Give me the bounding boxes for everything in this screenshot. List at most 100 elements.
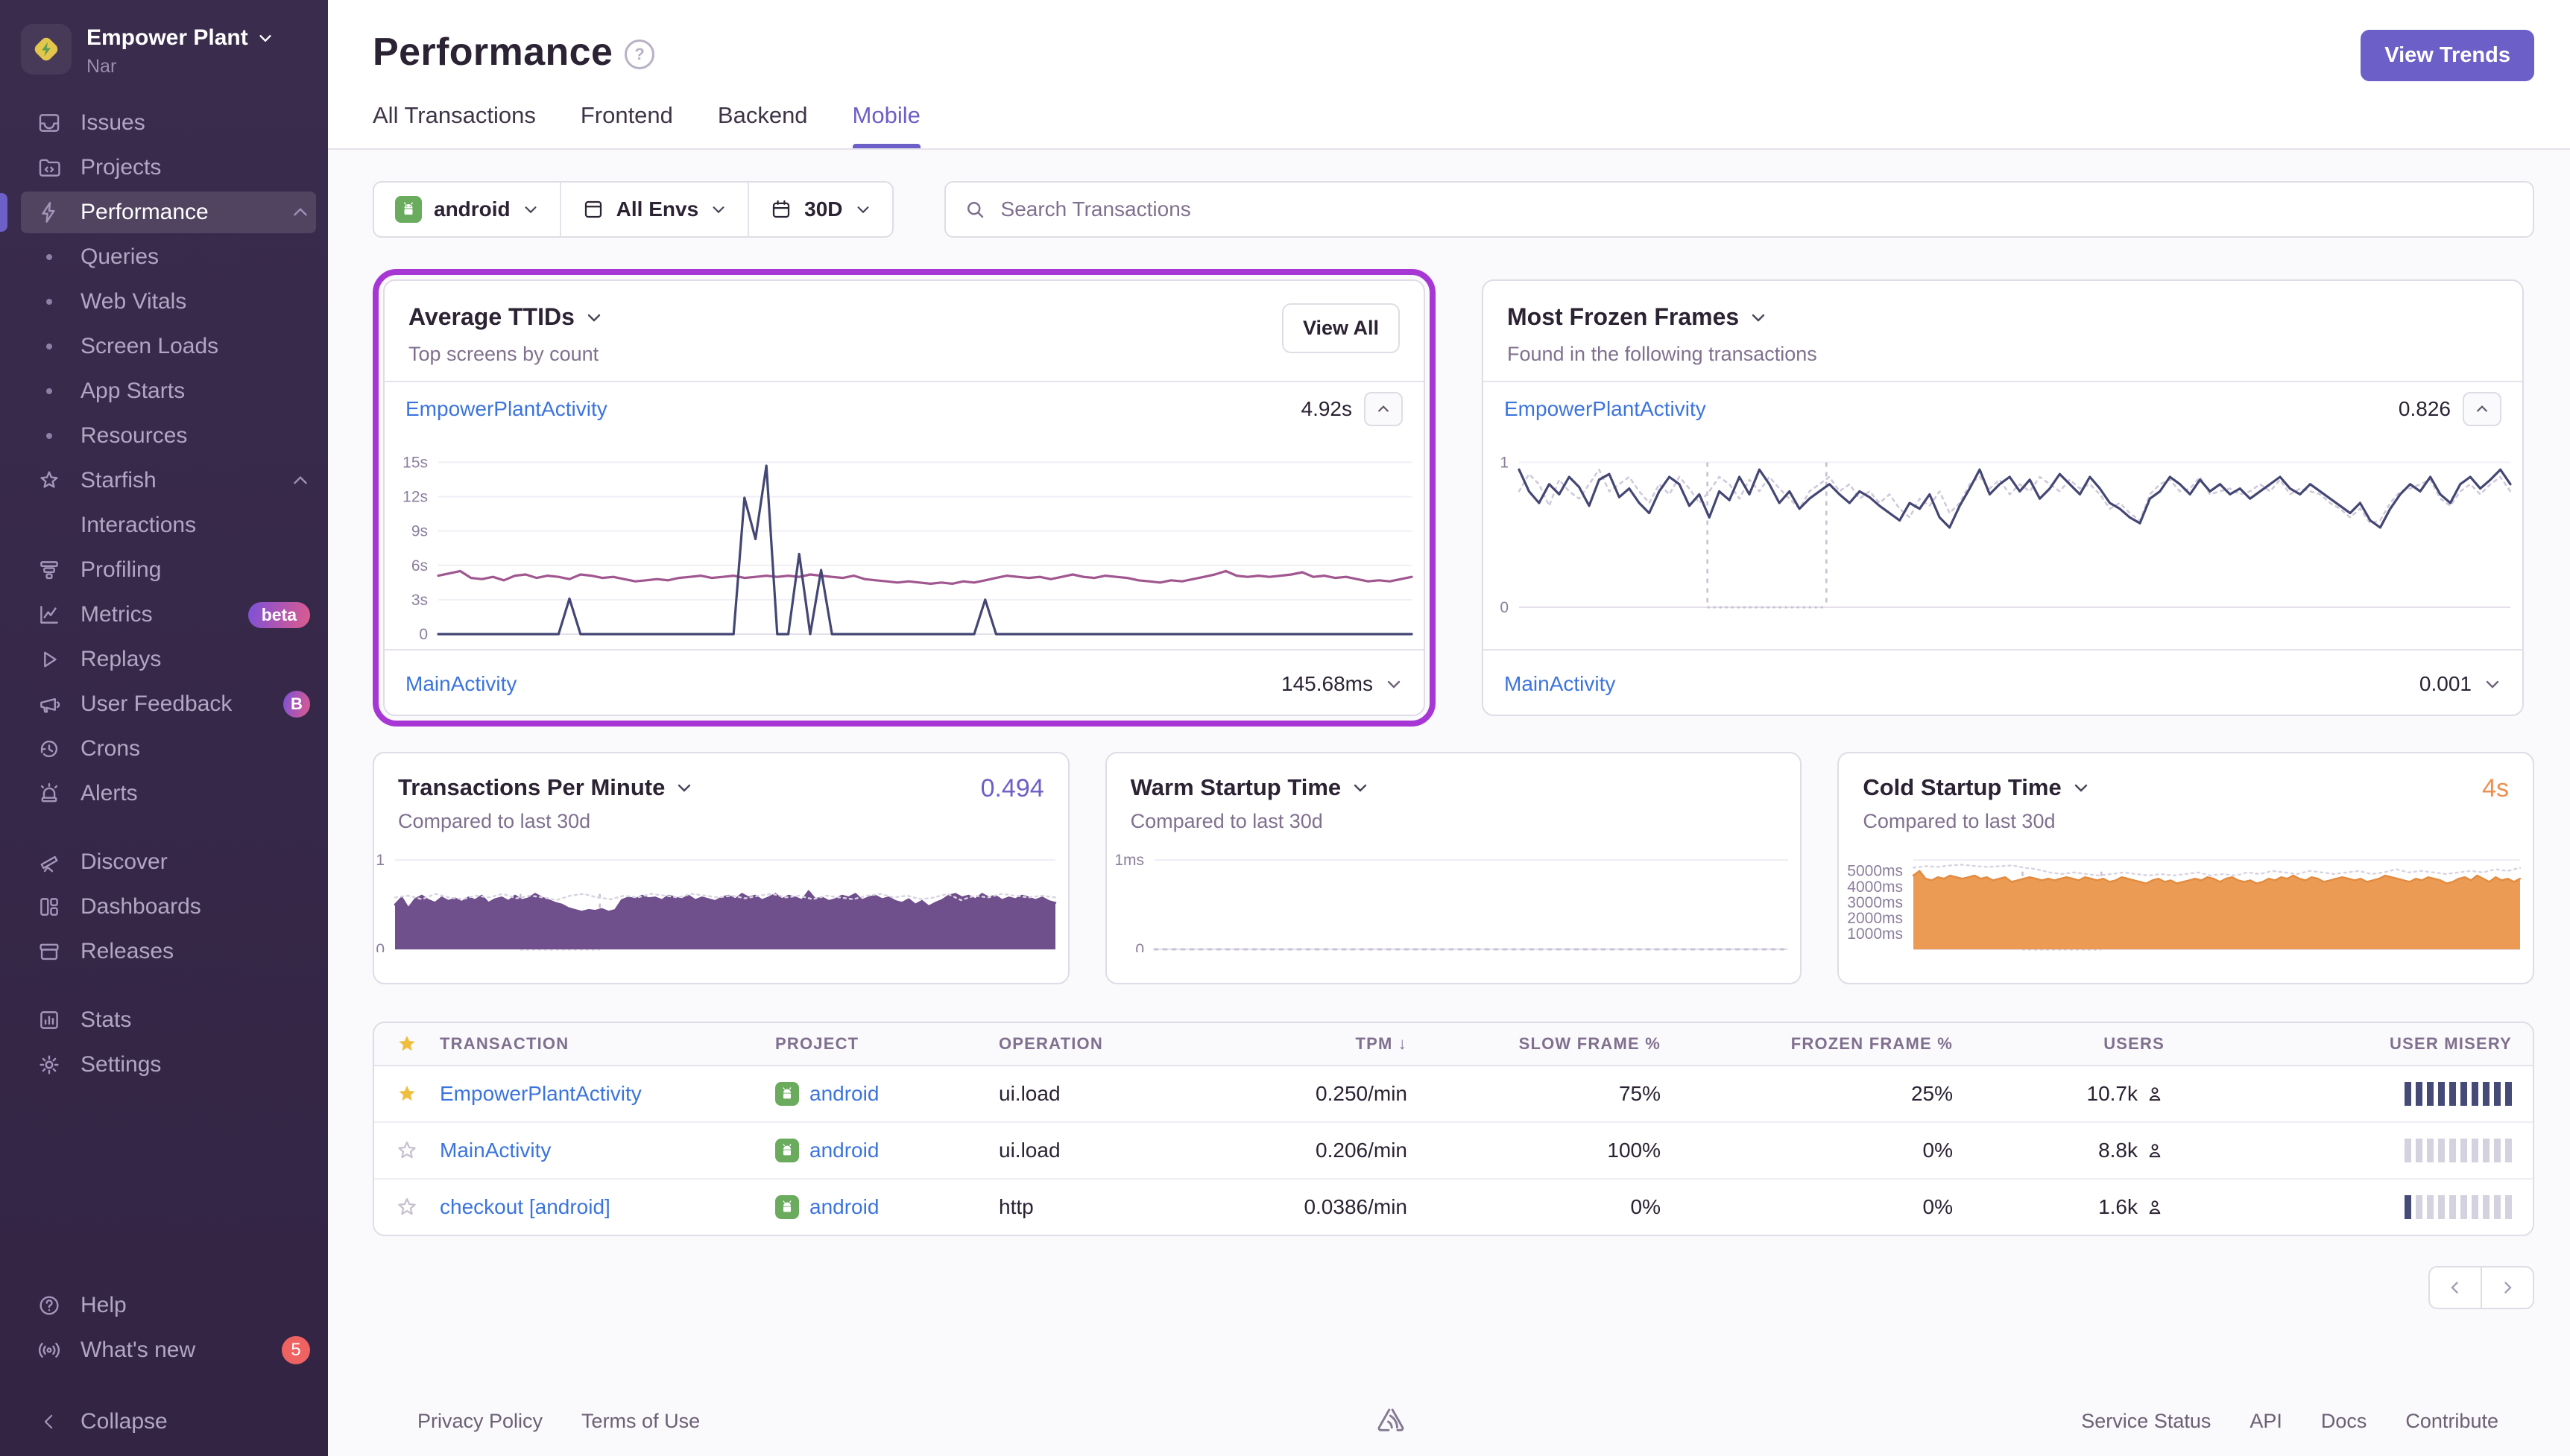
sidebar-item-issues[interactable]: Issues — [0, 101, 328, 145]
next-page-button[interactable] — [2482, 1266, 2534, 1309]
sidebar-item-app-starts[interactable]: App Starts — [0, 369, 328, 414]
project-link[interactable]: android — [809, 1082, 879, 1106]
footer-link-service-status[interactable]: Service Status — [2081, 1410, 2211, 1433]
project-link[interactable]: android — [809, 1139, 879, 1162]
previous-page-button[interactable] — [2428, 1266, 2482, 1309]
star-outline-icon[interactable] — [374, 1139, 440, 1162]
bullet-icon — [46, 254, 52, 260]
frozen-frame-cell: 0% — [1682, 1139, 1974, 1162]
sidebar-item-alerts[interactable]: Alerts — [0, 771, 328, 816]
project-link[interactable]: android — [809, 1195, 879, 1219]
users-cell: 8.8k — [1974, 1139, 2185, 1162]
transaction-link[interactable]: MainActivity — [1504, 672, 1615, 696]
sidebar-item-releases[interactable]: Releases — [0, 929, 328, 974]
widget-title[interactable]: Cold Startup Time — [1863, 774, 2509, 801]
tab-backend[interactable]: Backend — [718, 102, 808, 148]
star-column-header[interactable] — [374, 1033, 440, 1055]
most-frozen-frames-widget: Most Frozen Frames Found in the followin… — [1482, 279, 2524, 716]
transaction-link[interactable]: MainActivity — [405, 672, 517, 696]
sidebar-item-resources[interactable]: Resources — [0, 414, 328, 458]
search-input[interactable] — [998, 196, 2515, 223]
tab-all-transactions[interactable]: All Transactions — [373, 102, 536, 148]
sidebar-item-help[interactable]: Help — [0, 1283, 328, 1328]
column-header[interactable]: TRANSACTION — [440, 1034, 775, 1054]
footer-link-docs[interactable]: Docs — [2321, 1410, 2367, 1433]
svg-text:0: 0 — [419, 626, 428, 643]
collapse-row-button[interactable] — [1364, 392, 1403, 426]
user-misery-bars — [2185, 1195, 2533, 1219]
transaction-link[interactable]: EmpowerPlantActivity — [405, 397, 607, 421]
table-body: EmpowerPlantActivity android ui.load 0.2… — [374, 1066, 2533, 1235]
environment-filter[interactable]: All Envs — [560, 183, 748, 236]
widget-title[interactable]: Warm Startup Time — [1131, 774, 1777, 801]
star-outline-icon[interactable] — [374, 1196, 440, 1218]
sidebar-item-what-s-new[interactable]: What's new5 — [0, 1328, 328, 1373]
tab-frontend[interactable]: Frontend — [581, 102, 673, 148]
transactions-table: TRANSACTION PROJECT OPERATION TPM ↓ SLOW… — [373, 1022, 2534, 1236]
bullet-icon — [46, 388, 52, 394]
android-icon — [775, 1139, 799, 1162]
nav-group-gap — [0, 974, 328, 998]
search-icon — [964, 198, 986, 221]
sidebar-item-metrics[interactable]: Metricsbeta — [0, 592, 328, 637]
widget-title[interactable]: Average TTIDs — [408, 303, 603, 331]
sidebar-item-user-feedback[interactable]: User FeedbackB — [0, 682, 328, 727]
sidebar-item-projects[interactable]: Projects — [0, 145, 328, 190]
android-icon — [775, 1082, 799, 1106]
sidebar-item-discover[interactable]: Discover — [0, 840, 328, 884]
column-header-sorted[interactable]: TPM ↓ — [1219, 1034, 1428, 1054]
expand-row-button[interactable] — [2484, 675, 2501, 693]
widget-row: EmpowerPlantActivity 0.826 — [1483, 382, 2522, 436]
sidebar-item-stats[interactable]: Stats — [0, 998, 328, 1042]
transaction-link[interactable]: MainActivity — [440, 1139, 551, 1162]
search-transactions[interactable] — [944, 181, 2534, 238]
nav-group-gap — [0, 816, 328, 840]
profiling-icon — [37, 557, 62, 583]
sidebar-item-web-vitals[interactable]: Web Vitals — [0, 279, 328, 324]
widget-title[interactable]: Transactions Per Minute — [398, 774, 1044, 801]
footer-link-terms-of-use[interactable]: Terms of Use — [581, 1410, 700, 1433]
column-header[interactable]: OPERATION — [999, 1034, 1219, 1054]
footer-link-privacy-policy[interactable]: Privacy Policy — [417, 1410, 543, 1433]
sidebar-item-crons[interactable]: Crons — [0, 727, 328, 771]
column-header[interactable]: USER MISERY — [2185, 1034, 2533, 1054]
sidebar-item-settings[interactable]: Settings — [0, 1042, 328, 1087]
help-icon[interactable]: ? — [625, 39, 654, 69]
android-icon — [775, 1195, 799, 1219]
column-header[interactable]: SLOW FRAME % — [1428, 1034, 1682, 1054]
project-filter[interactable]: android — [374, 183, 560, 236]
tab-mobile[interactable]: Mobile — [853, 102, 921, 148]
date-filter[interactable]: 30D — [748, 183, 891, 236]
slow-frame-cell: 0% — [1428, 1195, 1682, 1219]
sidebar-item-dashboards[interactable]: Dashboards — [0, 884, 328, 929]
transaction-link[interactable]: checkout [android] — [440, 1195, 610, 1218]
archive-icon — [37, 939, 62, 964]
star-filled-icon[interactable] — [374, 1083, 440, 1105]
sidebar-item-profiling[interactable]: Profiling — [0, 548, 328, 592]
column-header[interactable]: PROJECT — [775, 1034, 999, 1054]
footer-link-api[interactable]: API — [2249, 1410, 2282, 1433]
sidebar-item-interactions[interactable]: Interactions — [0, 503, 328, 548]
empower-logo-icon[interactable] — [21, 24, 72, 75]
svg-text:6s: 6s — [411, 557, 428, 575]
sidebar-item-queries[interactable]: Queries — [0, 235, 328, 279]
sidebar-item-performance[interactable]: Performance — [0, 190, 328, 235]
widget-title[interactable]: Most Frozen Frames — [1507, 303, 1817, 331]
widget-subtitle: Top screens by count — [408, 343, 603, 366]
transaction-link[interactable]: EmpowerPlantActivity — [440, 1082, 642, 1105]
collapse-row-button[interactable] — [2463, 392, 2501, 426]
sidebar-item-starfish[interactable]: Starfish — [0, 458, 328, 503]
column-header[interactable]: USERS — [1974, 1034, 2185, 1054]
sidebar-item-screen-loads[interactable]: Screen Loads — [0, 324, 328, 369]
view-all-button[interactable]: View All — [1282, 303, 1400, 353]
view-trends-button[interactable]: View Trends — [2361, 30, 2534, 81]
expand-row-button[interactable] — [1385, 675, 1403, 693]
transaction-link[interactable]: EmpowerPlantActivity — [1504, 397, 1706, 421]
user-misery-bars — [2185, 1082, 2533, 1106]
sidebar-item-replays[interactable]: Replays — [0, 637, 328, 682]
org-switcher[interactable]: Empower Plant — [86, 25, 274, 51]
sidebar-item-collapse[interactable]: Collapse — [0, 1399, 328, 1444]
column-header[interactable]: FROZEN FRAME % — [1682, 1034, 1974, 1054]
footer-link-contribute[interactable]: Contribute — [2405, 1410, 2498, 1433]
svg-text:4000ms: 4000ms — [1848, 879, 1904, 896]
